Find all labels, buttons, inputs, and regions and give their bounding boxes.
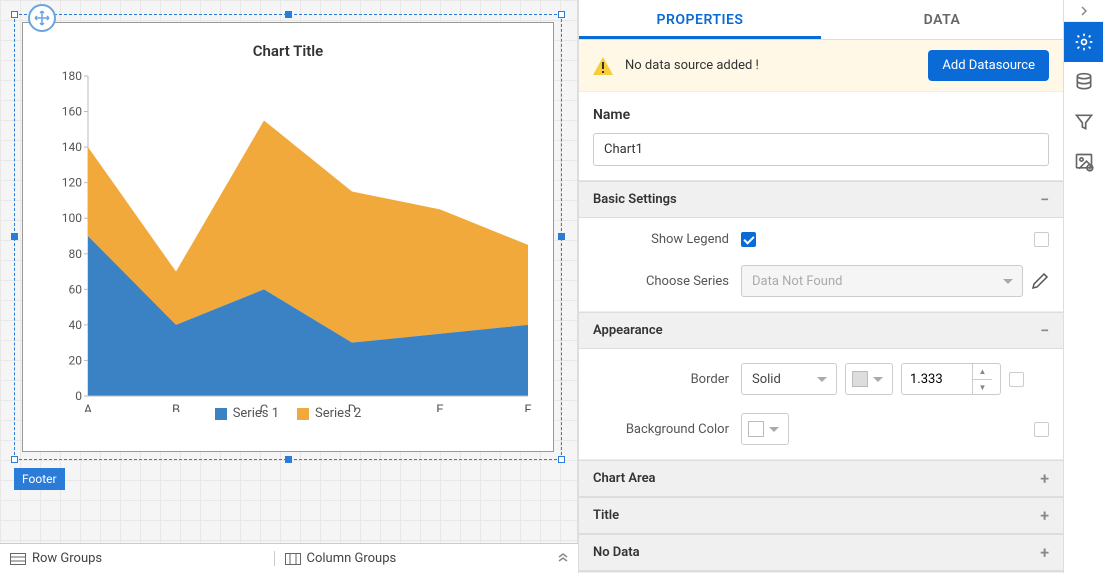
- bg-color-select[interactable]: [741, 413, 789, 445]
- move-handle-icon[interactable]: [28, 4, 56, 32]
- resize-handle[interactable]: [11, 456, 18, 463]
- svg-text:B: B: [172, 403, 180, 412]
- resize-handle[interactable]: [558, 11, 565, 18]
- border-color-select[interactable]: [845, 363, 893, 395]
- tab-properties[interactable]: PROPERTIES: [579, 0, 821, 39]
- resize-handle[interactable]: [285, 11, 292, 18]
- image-icon: [1074, 152, 1094, 172]
- collapse-icon: −: [1040, 190, 1049, 209]
- svg-text:160: 160: [62, 105, 82, 119]
- name-label: Name: [593, 107, 630, 123]
- spinner-up-icon[interactable]: ▲: [973, 364, 992, 379]
- area-chart: 020406080100120140160180 ABCDEF: [38, 66, 538, 412]
- svg-text:40: 40: [69, 318, 83, 332]
- advanced-checkbox[interactable]: [1034, 422, 1049, 437]
- name-input[interactable]: [593, 133, 1049, 166]
- border-label: Border: [593, 372, 741, 387]
- border-style-select[interactable]: Solid: [741, 363, 837, 395]
- show-legend-label: Show Legend: [593, 232, 741, 247]
- bg-color-label: Background Color: [593, 422, 741, 437]
- tab-data[interactable]: DATA: [821, 0, 1063, 39]
- svg-text:20: 20: [69, 353, 83, 367]
- database-icon: [1074, 72, 1094, 92]
- icon-rail: [1063, 0, 1103, 573]
- edit-icon[interactable]: [1031, 272, 1049, 290]
- section-appearance[interactable]: Appearance−: [579, 312, 1063, 349]
- section-basic-settings[interactable]: Basic Settings−: [579, 181, 1063, 218]
- choose-series-select[interactable]: Data Not Found: [741, 265, 1023, 297]
- show-legend-checkbox[interactable]: [741, 232, 756, 247]
- row-groups[interactable]: Row Groups: [0, 551, 274, 566]
- resize-handle[interactable]: [11, 11, 18, 18]
- properties-rail-button[interactable]: [1064, 22, 1103, 62]
- parameters-rail-button[interactable]: [1064, 102, 1103, 142]
- svg-text:0: 0: [75, 389, 82, 403]
- warning-icon: [593, 57, 613, 75]
- spinner-down-icon[interactable]: ▼: [973, 379, 992, 394]
- svg-text:180: 180: [62, 69, 82, 83]
- section-no-data[interactable]: No Data+: [579, 534, 1063, 571]
- expand-icon: +: [1040, 469, 1049, 488]
- gear-icon: [1074, 32, 1094, 52]
- svg-text:100: 100: [62, 211, 82, 225]
- resize-handle[interactable]: [285, 456, 292, 463]
- svg-text:140: 140: [62, 140, 82, 154]
- footer-badge[interactable]: Footer: [14, 468, 65, 490]
- image-manager-rail-button[interactable]: [1064, 142, 1103, 182]
- svg-text:E: E: [436, 403, 443, 412]
- svg-text:120: 120: [62, 176, 82, 190]
- design-canvas[interactable]: Chart Title 020406080100120140160180 ABC…: [0, 0, 578, 543]
- expand-icon: +: [1040, 506, 1049, 525]
- svg-text:80: 80: [69, 247, 83, 261]
- data-rail-button[interactable]: [1064, 62, 1103, 102]
- choose-series-label: Choose Series: [593, 274, 741, 289]
- warning-banner: No data source added ! Add Datasource: [579, 40, 1063, 92]
- resize-handle[interactable]: [11, 233, 18, 240]
- svg-text:A: A: [84, 403, 93, 412]
- chart-title: Chart Title: [22, 42, 554, 60]
- expand-groups-icon[interactable]: [548, 553, 578, 565]
- advanced-checkbox[interactable]: [1009, 372, 1024, 387]
- border-width-spinner[interactable]: ▲▼: [901, 363, 1001, 395]
- collapse-icon: −: [1040, 321, 1049, 340]
- section-chart-area[interactable]: Chart Area+: [579, 460, 1063, 497]
- border-width-input[interactable]: [902, 372, 972, 387]
- legend-item: Series 2: [297, 406, 361, 421]
- resize-handle[interactable]: [558, 233, 565, 240]
- groups-bar: Row Groups Column Groups: [0, 543, 578, 573]
- add-datasource-button[interactable]: Add Datasource: [928, 50, 1049, 81]
- legend-item: Series 1: [215, 406, 279, 421]
- resize-handle[interactable]: [558, 456, 565, 463]
- chart-legend: Series 1 Series 2: [22, 406, 554, 421]
- svg-text:60: 60: [69, 282, 83, 296]
- funnel-icon: [1074, 112, 1094, 132]
- properties-panel: PROPERTIES DATA No data source added ! A…: [578, 0, 1063, 573]
- column-groups[interactable]: Column Groups: [274, 551, 549, 566]
- section-title[interactable]: Title+: [579, 497, 1063, 534]
- warning-text: No data source added !: [625, 58, 916, 73]
- advanced-checkbox[interactable]: [1034, 232, 1049, 247]
- expand-rail-icon[interactable]: [1064, 0, 1103, 22]
- expand-icon: +: [1040, 543, 1049, 562]
- svg-text:F: F: [524, 403, 531, 412]
